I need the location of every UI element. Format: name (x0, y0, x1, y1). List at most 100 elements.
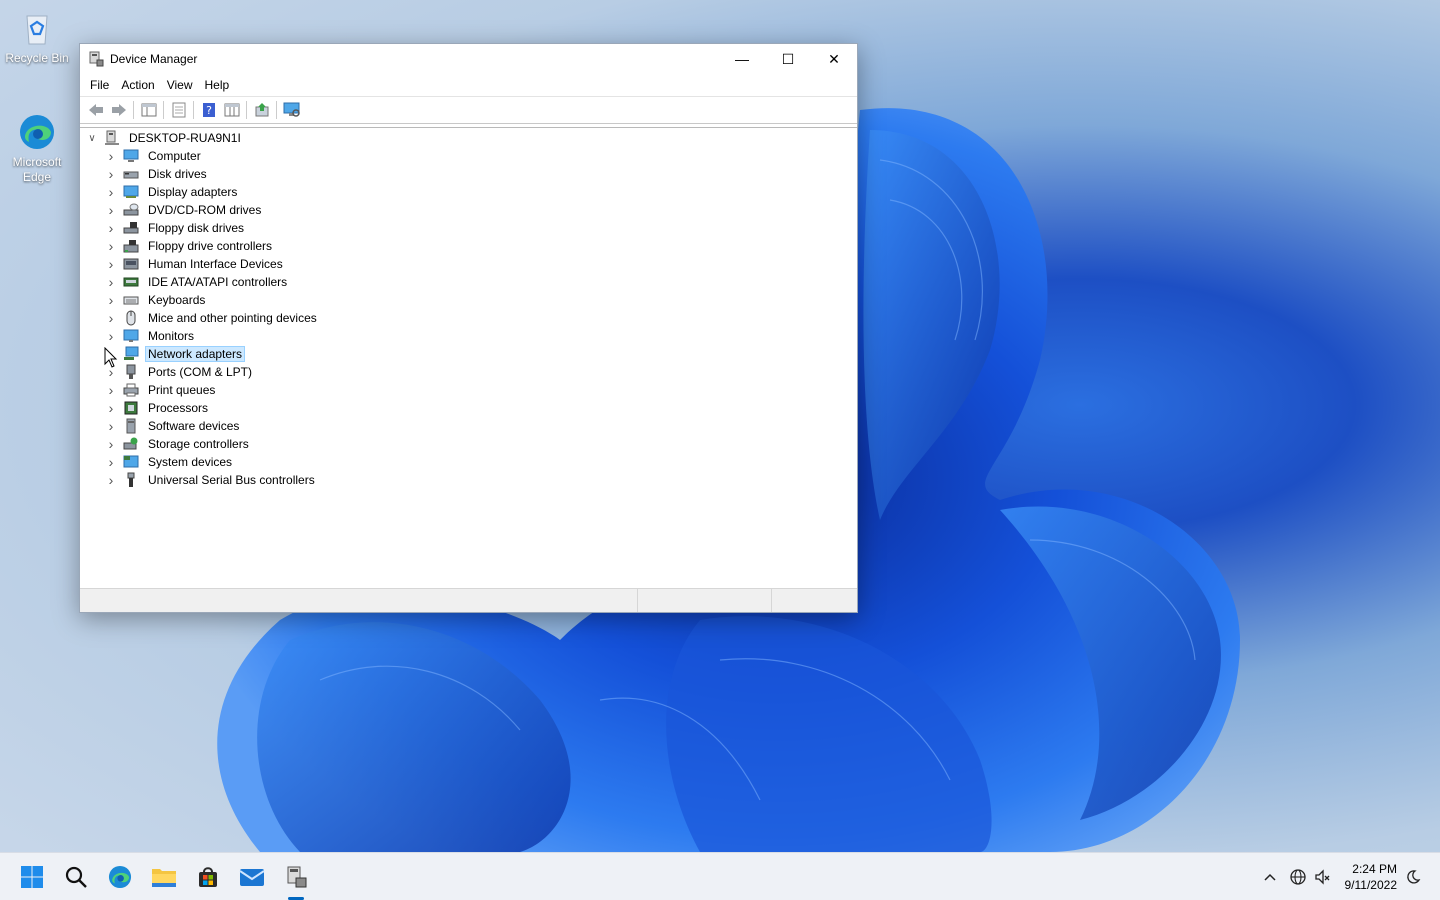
menu-view[interactable]: View (161, 78, 199, 92)
expand-chevron-icon[interactable]: › (103, 219, 119, 237)
maximize-button[interactable]: ☐ (765, 44, 811, 74)
tree-item[interactable]: › System devices (103, 453, 235, 471)
device-manager-window: Device Manager — ☐ ✕ File Action View He… (79, 43, 858, 613)
tree-item[interactable]: › Display adapters (103, 183, 240, 201)
show-hide-console-tree-icon (141, 103, 156, 117)
tree-item[interactable]: › Processors (103, 399, 211, 417)
storage-controller-icon (123, 436, 139, 452)
expand-chevron-icon[interactable]: › (103, 471, 119, 489)
expand-chevron-icon[interactable]: › (103, 327, 119, 345)
update-driver-button[interactable] (250, 99, 273, 121)
tree-item-label: Display adapters (148, 185, 238, 199)
desktop-icon-label: Microsoft Edge (12, 155, 62, 184)
tree-item[interactable]: › Keyboards (103, 291, 208, 309)
expand-chevron-icon[interactable]: › (103, 399, 119, 417)
tree-root-label: DESKTOP-RUA9N1I (129, 131, 241, 145)
expand-chevron-icon[interactable]: › (103, 309, 119, 327)
svg-text:?: ? (206, 104, 212, 117)
expand-chevron-icon[interactable]: › (103, 273, 119, 291)
toolbar-separator (276, 101, 277, 119)
expand-chevron-icon[interactable]: › (103, 201, 119, 219)
tree-item-label: System devices (148, 455, 233, 469)
tree-item[interactable]: › IDE ATA/ATAPI controllers (103, 273, 290, 291)
taskbar-store-button[interactable] (194, 863, 222, 891)
tree-item[interactable]: › Human Interface Devices (103, 255, 286, 273)
desktop-icon-recycle-bin[interactable]: Recycle Bin (0, 8, 74, 66)
back-icon (88, 104, 103, 116)
expand-chevron-icon[interactable]: › (103, 165, 119, 183)
device-tree[interactable]: ∨ DESKTOP-RUA9N1I › Computer › Disk drives ›… (80, 127, 857, 589)
back-button[interactable] (84, 99, 107, 121)
recycle-bin-icon (17, 8, 57, 48)
tree-item[interactable]: › Floppy disk drives (103, 219, 247, 237)
tree-root[interactable]: ∨ DESKTOP-RUA9N1I (84, 129, 244, 147)
show-hidden-icons-button[interactable] (1261, 868, 1279, 886)
properties-icon (172, 102, 185, 118)
tree-item[interactable]: › Software devices (103, 417, 242, 435)
expand-chevron-icon[interactable]: › (103, 417, 119, 435)
tree-item[interactable]: › Universal Serial Bus controllers (103, 471, 318, 489)
printer-icon (123, 382, 139, 398)
edge-icon (17, 112, 57, 152)
menu-file[interactable]: File (84, 78, 115, 92)
expand-chevron-icon[interactable]: › (103, 435, 119, 453)
tree-item-label: Floppy disk drives (148, 221, 245, 235)
edge-icon (108, 865, 132, 889)
window-title: Device Manager (110, 52, 198, 66)
tree-item[interactable]: › Storage controllers (103, 435, 252, 453)
computer-root-icon (104, 130, 120, 146)
keyboard-icon (123, 292, 139, 308)
hid-icon (123, 256, 139, 272)
tree-item[interactable]: › DVD/CD-ROM drives (103, 201, 264, 219)
taskbar-edge-button[interactable] (106, 863, 134, 891)
taskbar-search-button[interactable] (62, 863, 90, 891)
network-tray-button[interactable] (1289, 868, 1307, 886)
expand-chevron-icon[interactable]: › (103, 147, 119, 165)
scan-hardware-button[interactable] (280, 99, 303, 121)
notification-button[interactable] (1404, 868, 1422, 886)
expand-chevron-icon[interactable]: › (103, 381, 119, 399)
taskbar: 2:24 PM 9/11/2022 (0, 852, 1440, 900)
monitor-icon (123, 328, 139, 344)
tree-item[interactable]: › Mice and other pointing devices (103, 309, 320, 327)
tree-item[interactable]: › Disk drives (103, 165, 210, 183)
expand-chevron-icon[interactable]: › (103, 255, 119, 273)
tree-item[interactable]: › Floppy drive controllers (103, 237, 275, 255)
taskbar-mail-button[interactable] (238, 863, 266, 891)
expand-chevron-icon[interactable]: › (103, 453, 119, 471)
toolbar-separator (133, 101, 134, 119)
tree-item-label: Software devices (148, 419, 240, 433)
volume-tray-button[interactable] (1314, 868, 1332, 886)
expand-chevron-icon[interactable]: › (103, 291, 119, 309)
expand-chevron-icon[interactable]: › (103, 237, 119, 255)
disk-drive-icon (123, 166, 139, 182)
status-cell-middle (638, 589, 772, 612)
system-clock[interactable]: 2:24 PM 9/11/2022 (1345, 861, 1398, 893)
tree-item[interactable]: › Monitors (103, 327, 197, 345)
start-button[interactable] (18, 863, 46, 891)
menu-help[interactable]: Help (199, 78, 236, 92)
minimize-button[interactable]: — (719, 44, 765, 74)
title-bar[interactable]: Device Manager — ☐ ✕ (80, 44, 857, 74)
console-tree-view-button[interactable] (220, 99, 243, 121)
desktop-icon-edge[interactable]: Microsoft Edge (0, 112, 74, 185)
focus-assist-moon-icon (1407, 870, 1421, 884)
software-device-icon (123, 418, 139, 434)
tree-item[interactable]: › Print queues (103, 381, 218, 399)
tree-item[interactable]: ›Network adapters (103, 345, 246, 363)
collapse-chevron-icon[interactable]: ∨ (84, 129, 100, 147)
toolbar-separator (193, 101, 194, 119)
menu-action[interactable]: Action (115, 78, 160, 92)
show-hide-console-tree-button[interactable] (137, 99, 160, 121)
tree-item[interactable]: › Ports (COM & LPT) (103, 363, 255, 381)
tree-item[interactable]: › Computer (103, 147, 204, 165)
close-button[interactable]: ✕ (811, 44, 857, 74)
forward-button[interactable] (107, 99, 130, 121)
properties-button[interactable] (167, 99, 190, 121)
expand-chevron-icon[interactable]: › (103, 183, 119, 201)
minimize-icon: — (735, 51, 749, 67)
taskbar-device-manager-button[interactable] (282, 863, 310, 891)
taskbar-file-explorer-button[interactable] (150, 863, 178, 891)
help-button[interactable]: ? (197, 99, 220, 121)
close-icon: ✕ (828, 50, 840, 67)
